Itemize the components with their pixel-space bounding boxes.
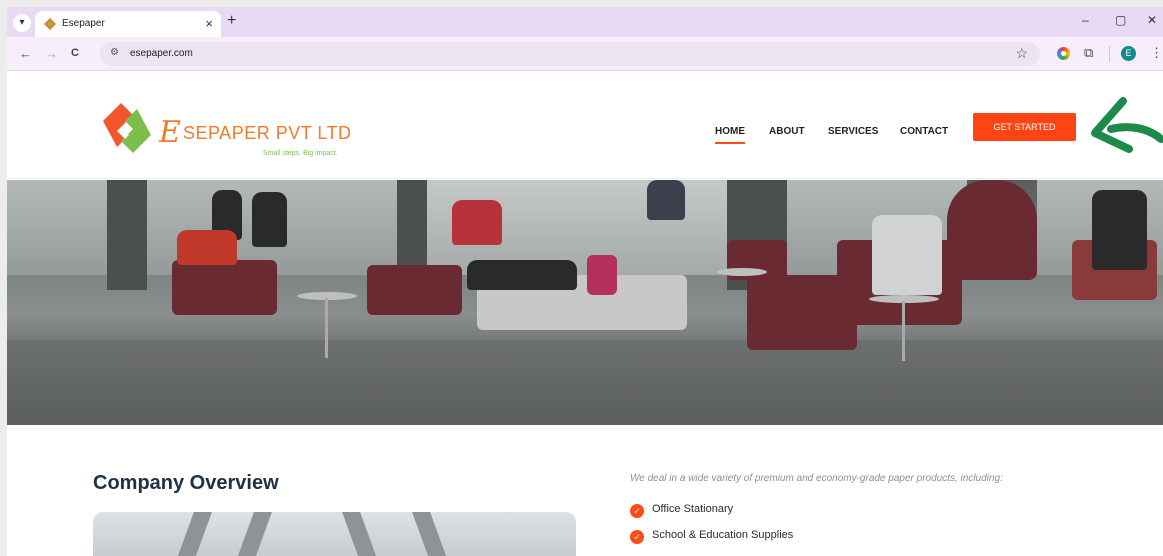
close-window-icon[interactable]: ✕ <box>1147 13 1157 27</box>
hero-window <box>7 180 107 275</box>
hero-person <box>467 260 577 290</box>
overview-image-beam <box>412 512 452 556</box>
logo-mark-icon[interactable] <box>99 99 155 157</box>
site-favicon-icon <box>44 18 56 30</box>
logo-company-name[interactable]: SEPAPER PVT LTD <box>183 123 352 144</box>
nav-contact[interactable]: CONTACT <box>900 126 948 137</box>
hero-image <box>7 180 1163 425</box>
list-item: ✓ Office Stationary <box>630 503 733 518</box>
address-bar[interactable]: ⚙ esepaper.com ☆ <box>100 42 1040 66</box>
tab-title: Esepaper <box>62 18 105 29</box>
hero-table-leg <box>902 301 905 361</box>
overview-image-beam <box>172 512 212 556</box>
check-icon: ✓ <box>630 504 644 518</box>
overview-image <box>93 512 576 556</box>
browser-tab[interactable]: Esepaper × <box>35 11 221 37</box>
nav-services[interactable]: SERVICES <box>828 126 878 137</box>
forward-icon[interactable]: → <box>45 46 58 61</box>
reload-icon[interactable]: C <box>71 47 79 59</box>
hero-armchair <box>367 265 462 315</box>
profile-avatar[interactable]: E <box>1121 46 1136 61</box>
minimize-icon[interactable]: – <box>1082 13 1089 27</box>
toolbar-divider <box>1109 46 1110 62</box>
browser-window: ▾ Esepaper × + – ▢ ✕ ← → C ⚙ esepaper.co… <box>7 7 1163 556</box>
hero-person <box>872 215 942 295</box>
hero-person <box>252 192 287 247</box>
list-item: ✓ School & Education Supplies <box>630 529 793 544</box>
browser-menu-icon[interactable]: ⋮ <box>1150 45 1163 61</box>
tab-search-button[interactable]: ▾ <box>13 14 31 32</box>
site-info-icon[interactable]: ⚙ <box>110 47 119 58</box>
hero-armchair <box>172 260 277 315</box>
hero-floor <box>7 340 1163 425</box>
logo-tagline: Small steps. Big impact. <box>263 150 338 157</box>
check-icon: ✓ <box>630 530 644 544</box>
company-overview-heading: Company Overview <box>93 472 279 494</box>
tab-close-icon[interactable]: × <box>205 16 213 31</box>
overview-image-beam <box>232 512 272 556</box>
hero-table-leg <box>325 298 328 358</box>
nav-about[interactable]: ABOUT <box>769 126 805 137</box>
extensions-icon[interactable]: ⧉ <box>1084 45 1093 61</box>
overview-image-beam <box>342 512 382 556</box>
url-text[interactable]: esepaper.com <box>130 48 193 59</box>
tab-strip: ▾ Esepaper × + – ▢ ✕ <box>7 7 1163 37</box>
logo-initial: E <box>159 115 181 150</box>
get-started-button[interactable]: GET STARTED <box>973 113 1076 141</box>
green-arrow-icon <box>1091 97 1163 153</box>
product-label: Office Stationary <box>652 503 734 515</box>
hero-person <box>452 200 502 245</box>
browser-toolbar: ← → C ⚙ esepaper.com ☆ ⧉ E ⋮ <box>7 37 1163 71</box>
hero-person <box>647 180 685 220</box>
bookmark-star-icon[interactable]: ☆ <box>1015 45 1028 62</box>
hero-person <box>177 230 237 265</box>
site-header: E SEPAPER PVT LTD Small steps. Big impac… <box>7 71 1163 179</box>
back-icon[interactable]: ← <box>19 46 32 61</box>
hero-person <box>1092 190 1147 270</box>
products-intro: We deal in a wide variety of premium and… <box>630 473 1003 484</box>
hero-cushion <box>587 255 617 295</box>
nav-home[interactable]: HOME <box>715 126 745 144</box>
new-tab-button[interactable]: + <box>227 12 236 30</box>
hero-table <box>717 268 767 276</box>
product-label: School & Education Supplies <box>652 529 794 541</box>
restore-icon[interactable]: ▢ <box>1115 13 1126 27</box>
hero-pillar <box>107 180 147 290</box>
color-extension-icon[interactable] <box>1057 47 1070 60</box>
